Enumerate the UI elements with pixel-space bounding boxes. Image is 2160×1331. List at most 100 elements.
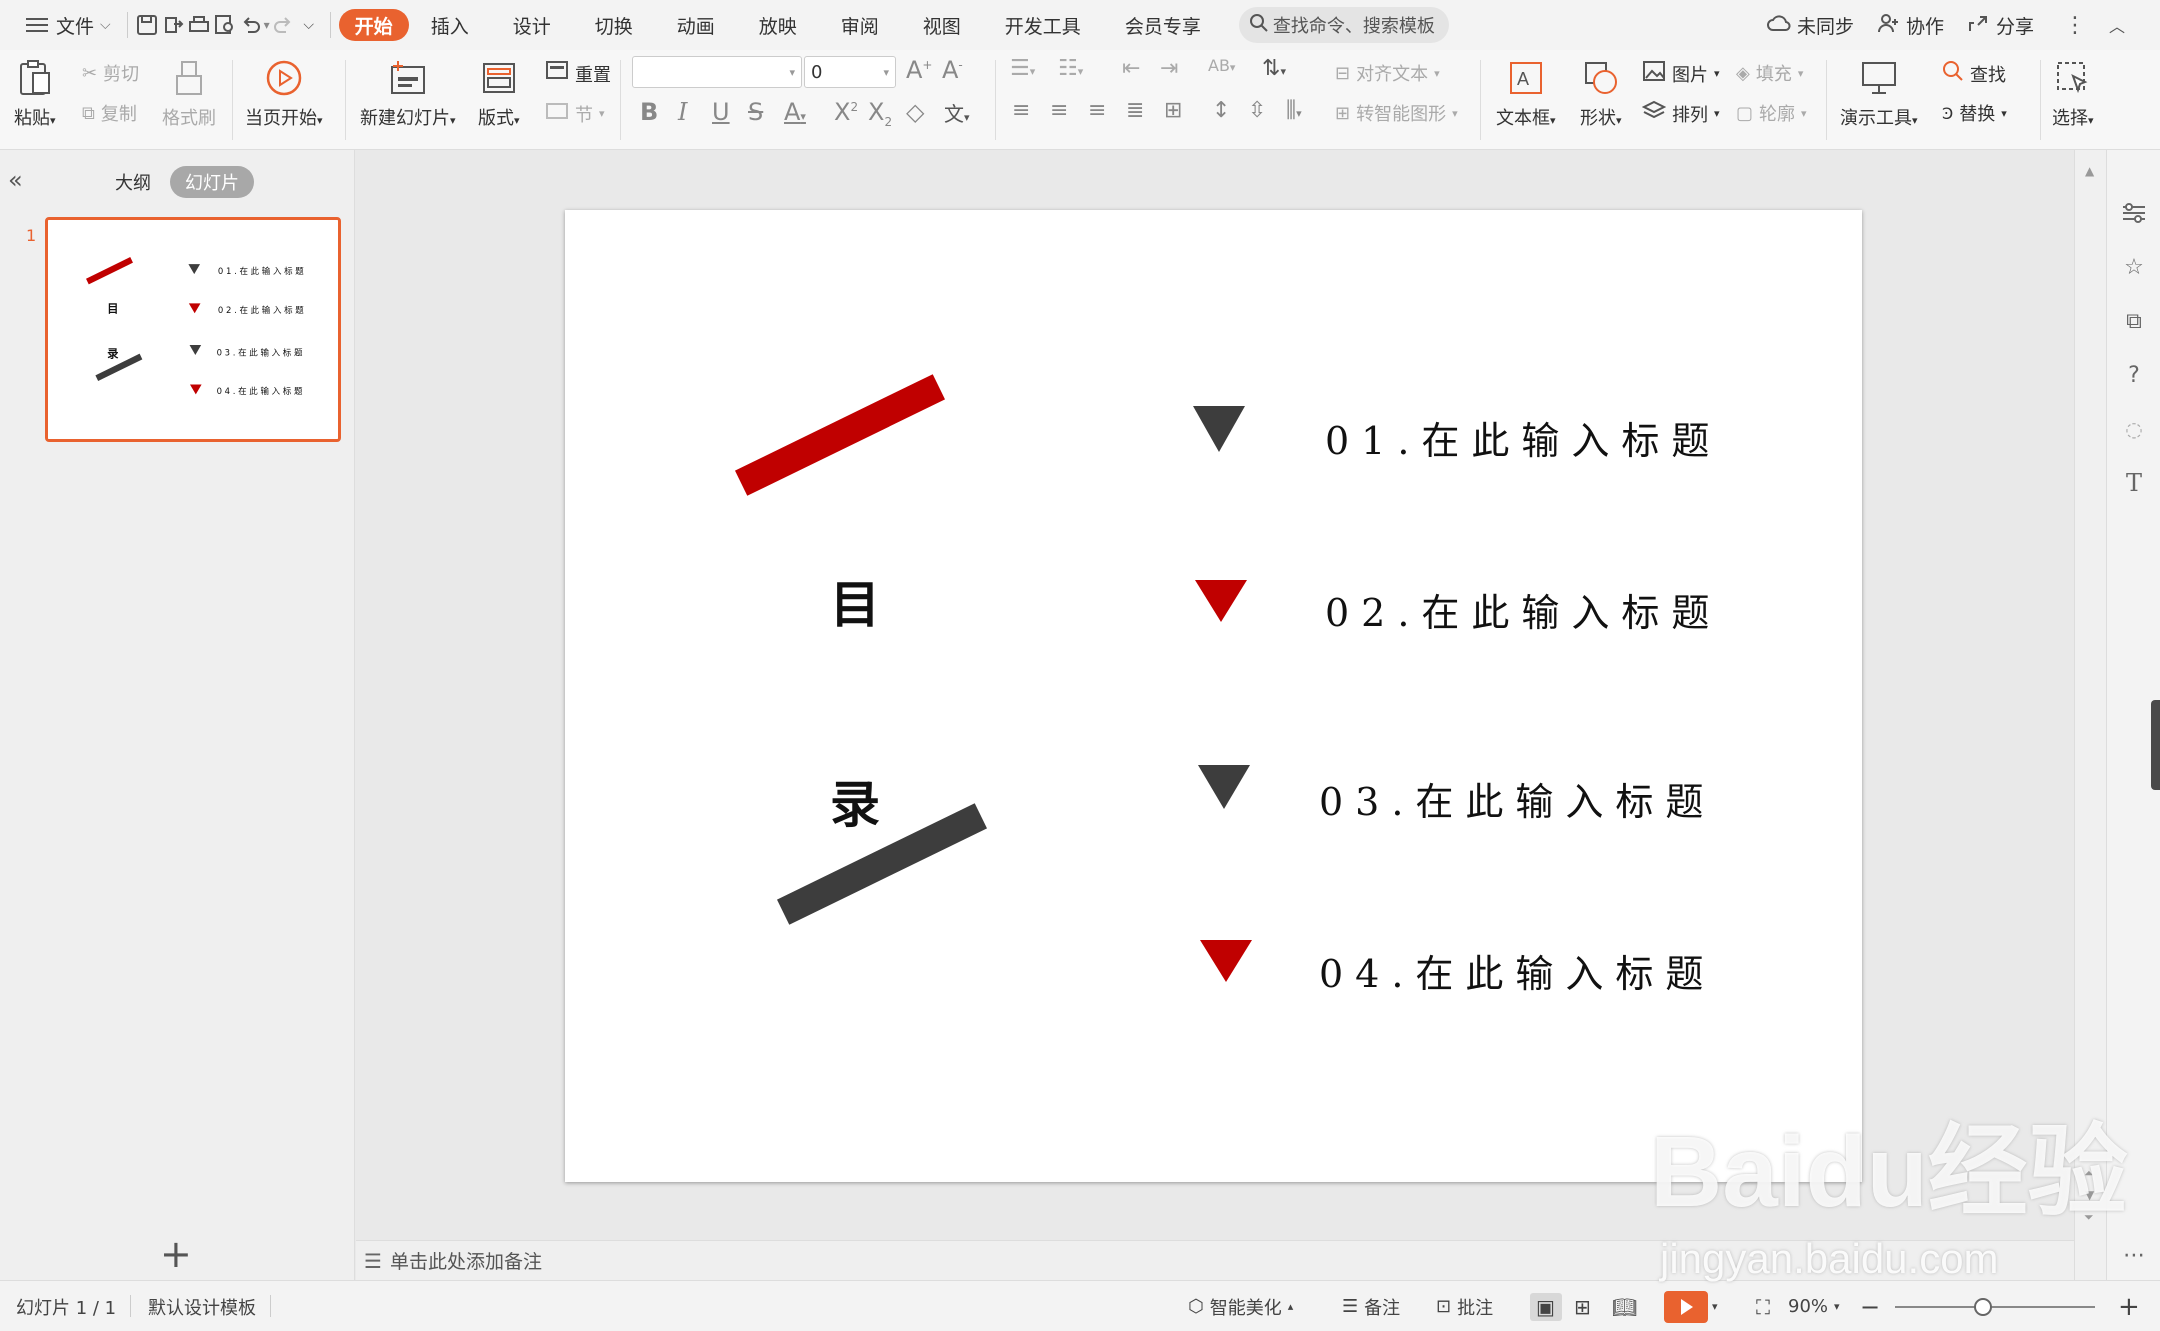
tab-home[interactable]: 开始 [338,9,409,41]
tab-outline[interactable]: 大纲 [104,166,162,198]
add-slide-icon[interactable]: + [160,1232,192,1276]
tab-review[interactable]: 审阅 [819,7,901,43]
print-preview-icon[interactable] [212,12,238,38]
new-slide-button[interactable]: 新建幻灯片▾ [360,58,456,130]
shape-button[interactable]: 形状▾ [1580,58,1622,130]
collapse-ribbon-icon[interactable]: ︿ [2104,12,2130,38]
normal-view-icon[interactable]: ▣ [1536,1281,1555,1331]
from-current-button[interactable]: 当页开始▾ [245,58,323,130]
more-icon[interactable]: ⋮ [2062,12,2088,38]
toc-item-title[interactable]: 03.在此输入标题 [1319,771,1715,826]
fill-button[interactable]: ◈ 填充 ▾ [1736,60,1803,86]
collapse-panel-icon[interactable]: « [8,166,23,194]
arrange-button[interactable]: 排列 ▾ [1641,100,1720,127]
tab-slides[interactable]: 幻灯片 [170,166,254,198]
bulb-icon[interactable]: ◌ [2119,414,2149,444]
tab-member[interactable]: 会员专享 [1103,7,1223,43]
reset-button[interactable]: 重置 [545,60,611,87]
triangle-icon[interactable] [1200,940,1252,982]
notes-pane[interactable]: ☰ 单击此处添加备注 [356,1240,2074,1280]
slide-sorter-icon[interactable]: ⊞ [1574,1281,1591,1331]
slide-thumbnail[interactable]: 目录 01.在此输入标题 02.在此输入标题 03.在此输入标题 04.在此输入标题 [45,217,341,442]
increase-indent-icon[interactable]: ⇥ [1160,56,1178,81]
font-shrink-icon[interactable]: A- [942,56,963,84]
underline-icon[interactable]: U [712,98,730,126]
triangle-icon[interactable] [1193,406,1245,452]
scroll-down-icon[interactable]: ▼ [2085,1188,2094,1202]
clear-format-icon[interactable]: ◇ [906,98,924,126]
toc-item-title[interactable]: 04.在此输入标题 [1319,943,1715,998]
font-color-icon[interactable]: A▾ [784,98,806,126]
layout-button[interactable]: 版式▾ [478,58,520,130]
align-left-icon[interactable]: ≡ [1012,98,1030,123]
chevron-down-icon[interactable]: ▾ [1712,1281,1718,1331]
zoom-level[interactable]: 90% ▾ [1788,1281,1840,1331]
slide-switch-icon[interactable]: ⧉ [2119,306,2149,336]
vertical-scrollbar[interactable]: ▲ ▼ ⏶ ⏷ [2074,150,2106,1280]
export-icon[interactable] [160,12,186,38]
distribute-icon[interactable]: ⊞ [1164,98,1182,123]
share-button[interactable]: 分享 [1958,7,2044,43]
zoom-in-icon[interactable]: + [2118,1281,2140,1331]
sync-status[interactable]: 未同步 [1757,7,1864,43]
phonetic-icon[interactable]: 文▾ [944,98,970,127]
pin-icon[interactable]: ☆ [2119,252,2149,282]
print-icon[interactable] [186,12,212,38]
template-name[interactable]: 默认设计模板 [148,1281,256,1331]
align-text-button[interactable]: ⊟ 对齐文本 ▾ [1335,60,1440,86]
numbered-list-icon[interactable]: ☷▾ [1058,56,1083,81]
tab-transition[interactable]: 切换 [573,7,655,43]
subscript-icon[interactable]: X2 [868,98,892,129]
toc-item-title[interactable]: 01.在此输入标题 [1325,410,1721,465]
present-tools-button[interactable]: 演示工具▾ [1840,58,1918,130]
text-icon[interactable]: T [2119,468,2149,498]
reading-view-icon[interactable]: 📖︎ [1612,1281,1637,1331]
find-button[interactable]: 查找 [1942,60,2006,87]
next-slide-icon[interactable]: ⏷ [2084,1210,2094,1225]
picture-button[interactable]: 图片 ▾ [1642,60,1720,87]
decrease-indent-icon[interactable]: ⇤ [1122,56,1140,81]
title-char-lu[interactable]: 录 [830,765,880,837]
customize-icon[interactable]: ⌵ [296,12,322,38]
select-button[interactable]: 选择▾ [2052,58,2094,130]
tab-insert[interactable]: 插入 [409,7,491,43]
outline-button[interactable]: ▢ 轮廓 ▾ [1736,100,1807,126]
textbox-button[interactable]: A 文本框▾ [1496,58,1556,130]
more-icon[interactable]: ⋯ [2119,1240,2149,1270]
file-menu[interactable]: 文件 ⌵ [14,7,121,43]
replace-button[interactable]: Ꜿ 替换 ▾ [1942,100,2007,126]
sort-icon[interactable]: ⇅▾ [1262,56,1286,81]
dark-accent-bar[interactable] [776,803,988,925]
prev-slide-icon[interactable]: ⏶ [2084,1166,2094,1181]
align-center-icon[interactable]: ≡ [1050,98,1068,123]
bold-icon[interactable]: B [640,98,658,126]
triangle-icon[interactable] [1198,765,1250,809]
section-button[interactable]: 节 ▾ [545,100,605,127]
smartart-button[interactable]: ⊞ 转智能图形 ▾ [1335,100,1458,126]
zoom-slider[interactable] [1895,1306,2095,1308]
play-slideshow-button[interactable] [1664,1291,1708,1323]
tab-slideshow[interactable]: 放映 [737,7,819,43]
font-size-select[interactable]: 0 ▾ [804,56,896,88]
property-icon[interactable] [2119,198,2149,228]
notes-toggle[interactable]: ☰ 备注 [1342,1281,1400,1331]
beautify-button[interactable]: ⬡ 智能美化 ▴ [1188,1281,1293,1331]
columns-icon[interactable]: ⫼▾ [1286,98,1302,123]
align-right-icon[interactable]: ≡ [1088,98,1106,123]
undo-icon[interactable] [238,12,264,38]
paste-button[interactable]: 粘贴▾ [14,58,56,130]
scroll-up-icon[interactable]: ▲ [2085,164,2094,178]
tab-developer[interactable]: 开发工具 [983,7,1103,43]
superscript-icon[interactable]: X2 [834,98,858,126]
save-icon[interactable] [134,12,160,38]
italic-icon[interactable]: I [678,98,687,126]
toc-item-title[interactable]: 02.在此输入标题 [1325,582,1721,637]
redo-icon[interactable] [270,12,296,38]
zoom-slider-thumb[interactable] [1974,1298,1992,1316]
collab-button[interactable]: 协作 [1868,7,1954,43]
command-search[interactable]: 查找命令、搜索模板 [1238,7,1449,43]
triangle-icon[interactable] [1195,580,1247,622]
line-spacing-icon[interactable]: ↕ [1212,98,1230,123]
font-name-select[interactable]: ▾ [632,56,802,88]
red-accent-bar[interactable] [734,374,946,496]
